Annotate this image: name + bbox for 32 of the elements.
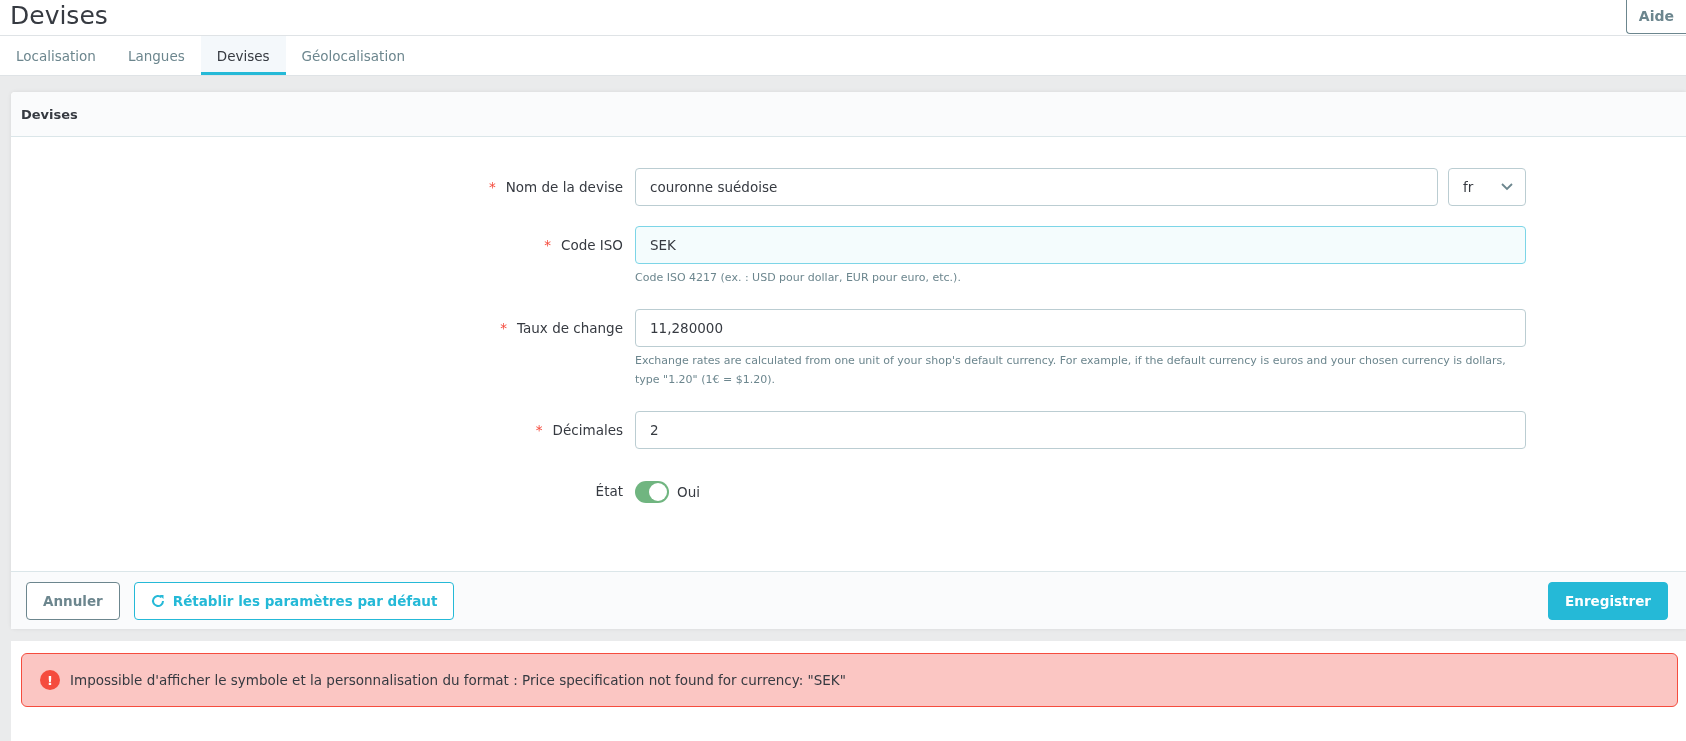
cancel-button[interactable]: Annuler (26, 581, 120, 620)
field-label: Code ISO (560, 237, 623, 253)
help-button[interactable]: Aide (1625, 0, 1686, 34)
field-label: Taux de change (517, 320, 623, 336)
required-asterisk: * (544, 237, 551, 253)
error-icon: ! (40, 670, 60, 690)
reset-button[interactable]: Rétablir les paramètres par défaut (133, 581, 455, 620)
chevron-down-icon (1501, 183, 1513, 191)
save-button[interactable]: Enregistrer (1548, 581, 1668, 620)
input-field[interactable]: SEK (635, 226, 1526, 264)
required-asterisk: * (500, 320, 507, 336)
tab[interactable]: Langues (111, 36, 201, 75)
input-field[interactable]: 11,280000 (635, 309, 1526, 347)
required-asterisk: * (489, 179, 496, 195)
alert-message: Impossible d'afficher le symbole et la personnalisation du format : Price specification not found for currency: "SEK" (70, 672, 846, 688)
help-text: Code ISO 4217 (ex. : USD pour dollar, EUR pour euro, etc.). (635, 270, 962, 286)
switch-label: Oui (677, 484, 700, 500)
input-field[interactable]: 2 (635, 411, 1526, 449)
required-asterisk: * (535, 422, 543, 438)
tab[interactable]: Géolocalisation (285, 36, 421, 75)
tab[interactable]: Devises (200, 36, 286, 75)
input-field[interactable]: couronne suédoise (635, 168, 1438, 206)
panel-title: Devises (11, 92, 1686, 137)
field-label: Décimales (552, 422, 623, 438)
field-label: État (595, 483, 623, 499)
page-title: Devises (10, 0, 108, 32)
refresh-icon (150, 593, 165, 608)
tab[interactable]: Localisation (0, 36, 112, 75)
language-select[interactable]: fr (1448, 168, 1526, 206)
toggle-switch[interactable] (635, 481, 669, 503)
help-text: Exchange rates are calculated from one unit of your shop's default currency. For example, if the default currency is euros and your chosen currency is dollars, type "1.20" (1€ = $1.20). (635, 353, 1507, 388)
field-label: Nom de la devise (505, 179, 623, 195)
